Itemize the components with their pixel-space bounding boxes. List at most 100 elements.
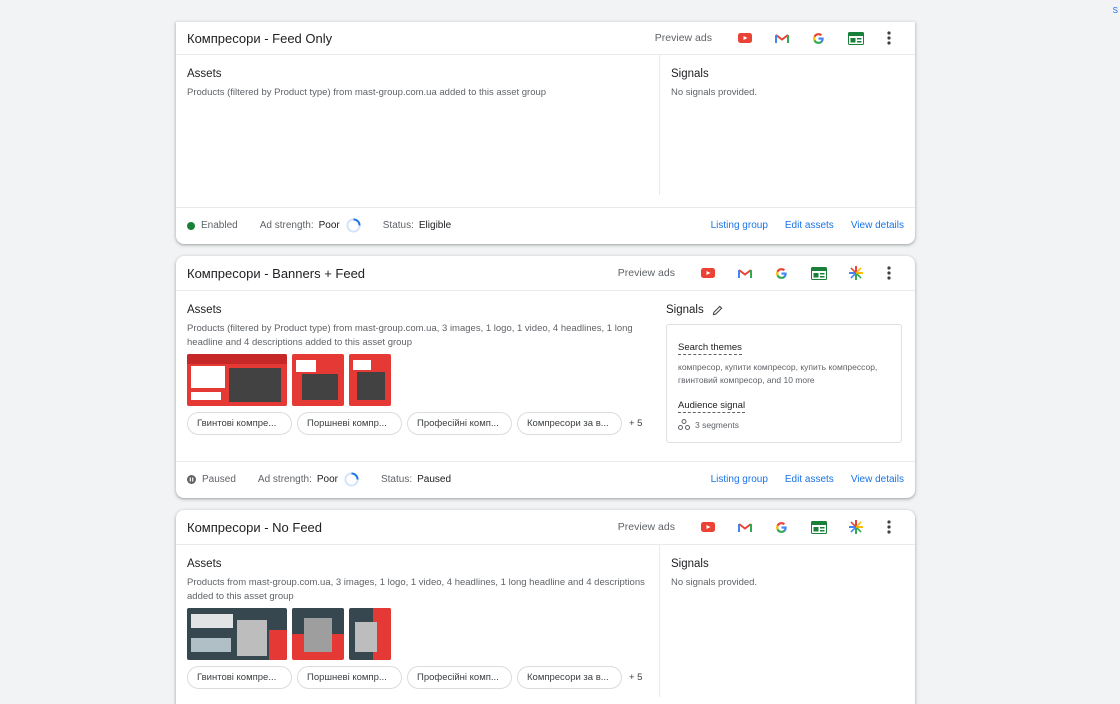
assets-heading: Assets: [187, 558, 222, 570]
signals-section: Signals No signals provided.: [660, 55, 915, 207]
assets-heading: Assets: [187, 68, 222, 80]
more-vert-icon[interactable]: [874, 257, 904, 290]
assets-section: Assets Products from mast-group.com.ua, …: [176, 545, 660, 697]
status-value: Paused: [417, 474, 452, 485]
banner-image-portrait[interactable]: [349, 354, 391, 406]
headline-chip[interactable]: Гвинтові компре...: [187, 412, 292, 435]
headline-chip[interactable]: Компресори за в...: [517, 412, 622, 435]
asset-group-title[interactable]: Компресори - Banners + Feed: [187, 266, 618, 281]
signals-section: Signals No signals provided.: [660, 545, 915, 697]
listing-group-link[interactable]: Listing group: [711, 474, 768, 485]
signals-heading: Signals: [671, 558, 709, 570]
discover-icon[interactable]: [837, 511, 874, 544]
signals-text: No signals provided.: [671, 87, 758, 98]
card-header: Компресори - Banners + Feed Preview ads: [176, 256, 915, 291]
card-body: Assets Products from mast-group.com.ua, …: [176, 545, 915, 697]
assets-description: Products (filtered by Product type) from…: [187, 87, 547, 98]
headline-chip[interactable]: Поршневі компр...: [297, 412, 402, 435]
google-search-icon[interactable]: [763, 511, 800, 544]
discover-icon[interactable]: [837, 257, 874, 290]
ad-strength-value: Poor: [318, 220, 340, 231]
ad-strength-ring-icon[interactable]: [344, 472, 359, 487]
preview-ads-label: Preview ads: [617, 267, 675, 279]
asset-group-title[interactable]: Компресори - No Feed: [187, 520, 618, 535]
ad-strength-label: Ad strength:: [259, 220, 314, 231]
signals-heading: Signals: [671, 68, 709, 80]
google-search-icon[interactable]: [800, 22, 837, 55]
assets-section: Assets Products (filtered by Product typ…: [176, 291, 666, 461]
audience-signal-link[interactable]: Audience signal: [678, 400, 746, 413]
display-icon[interactable]: [800, 511, 837, 544]
banner-image-landscape[interactable]: [187, 354, 287, 406]
headline-chips: Гвинтові компре... Поршневі компр... Про…: [187, 412, 655, 435]
view-details-link[interactable]: View details: [851, 474, 904, 485]
edit-assets-link[interactable]: Edit assets: [785, 474, 834, 485]
more-vert-icon[interactable]: [874, 511, 904, 544]
headline-chip[interactable]: Компресори за в...: [517, 666, 622, 689]
gmail-icon[interactable]: [726, 257, 763, 290]
signals-heading-row: Signals: [666, 304, 904, 316]
banner-image-square[interactable]: [292, 608, 344, 660]
preview-ads-label: Preview ads: [617, 521, 675, 533]
search-themes-link[interactable]: Search themes: [678, 342, 742, 355]
status-label: Status:: [382, 220, 414, 231]
card-header: Компресори - Feed Only Preview ads: [176, 22, 915, 55]
asset-group-card-no-feed: Компресори - No Feed Preview ads Assets …: [176, 510, 915, 704]
preview-ads-label: Preview ads: [654, 32, 712, 44]
card-body: Assets Products (filtered by Product typ…: [176, 55, 915, 207]
view-details-link[interactable]: View details: [851, 220, 904, 231]
youtube-icon[interactable]: [689, 511, 726, 544]
segments-count: 3 segments: [695, 419, 739, 430]
assets-section: Assets Products (filtered by Product typ…: [176, 55, 660, 195]
asset-group-title[interactable]: Компресори - Feed Only: [187, 31, 655, 46]
card-footer: Paused Ad strength: Poor Status: Paused …: [176, 461, 915, 497]
enabled-status-dot: [187, 221, 195, 230]
headline-chip[interactable]: Професійні комп...: [407, 412, 512, 435]
headline-chip[interactable]: Професійні комп...: [407, 666, 512, 689]
image-assets: [187, 354, 655, 406]
gmail-icon[interactable]: [726, 511, 763, 544]
headline-chip[interactable]: Поршневі компр...: [297, 666, 402, 689]
pause-icon: [187, 475, 196, 484]
edit-pencil-icon[interactable]: [712, 305, 723, 316]
search-themes-text: компресор, купити компресор, купить комп…: [678, 362, 878, 385]
asset-group-card-banners-feed: Компресори - Banners + Feed Preview ads …: [176, 256, 915, 498]
card-body: Assets Products (filtered by Product typ…: [176, 291, 915, 461]
more-chips-count[interactable]: + 5: [629, 672, 642, 683]
headline-chip[interactable]: Гвинтові компре...: [187, 666, 292, 689]
image-assets: [187, 608, 648, 660]
edit-assets-link[interactable]: Edit assets: [785, 220, 834, 231]
listing-group-link[interactable]: Listing group: [711, 220, 768, 231]
status-text: Enabled: [201, 220, 238, 231]
status-label: Status:: [380, 474, 413, 485]
card-header: Компресори - No Feed Preview ads: [176, 510, 915, 545]
ad-strength-value: Poor: [316, 474, 338, 485]
banner-image-square[interactable]: [292, 354, 344, 406]
headline-chips: Гвинтові компре... Поршневі компр... Про…: [187, 666, 648, 689]
display-icon[interactable]: [800, 257, 837, 290]
edge-mark: S: [1112, 6, 1118, 15]
gmail-icon[interactable]: [763, 22, 800, 55]
card-footer: Enabled Ad strength: Poor Status: Eligib…: [176, 207, 915, 243]
display-icon[interactable]: [837, 22, 874, 55]
ad-strength-ring-icon[interactable]: [346, 218, 361, 233]
ad-strength-label: Ad strength:: [257, 474, 312, 485]
status-value: Eligible: [418, 220, 452, 231]
assets-description: Products (filtered by Product type) from…: [187, 323, 633, 348]
youtube-icon[interactable]: [689, 257, 726, 290]
more-chips-count[interactable]: + 5: [629, 418, 642, 429]
banner-image-portrait[interactable]: [349, 608, 391, 660]
segments-icon: [678, 419, 690, 430]
google-search-icon[interactable]: [763, 257, 800, 290]
asset-group-card-feed-only: Компресори - Feed Only Preview ads Asset…: [176, 22, 915, 244]
signals-section: Signals Search themes компресор, купити …: [666, 291, 915, 461]
assets-description: Products from mast-group.com.ua, 3 image…: [187, 577, 645, 602]
assets-heading: Assets: [187, 304, 222, 316]
signals-box: Search themes компресор, купити компресо…: [666, 324, 902, 443]
signals-heading: Signals: [666, 304, 704, 316]
youtube-icon[interactable]: [726, 22, 763, 55]
status-text: Paused: [202, 474, 236, 485]
more-vert-icon[interactable]: [874, 22, 904, 55]
signals-text: No signals provided.: [671, 577, 758, 588]
banner-image-landscape[interactable]: [187, 608, 287, 660]
